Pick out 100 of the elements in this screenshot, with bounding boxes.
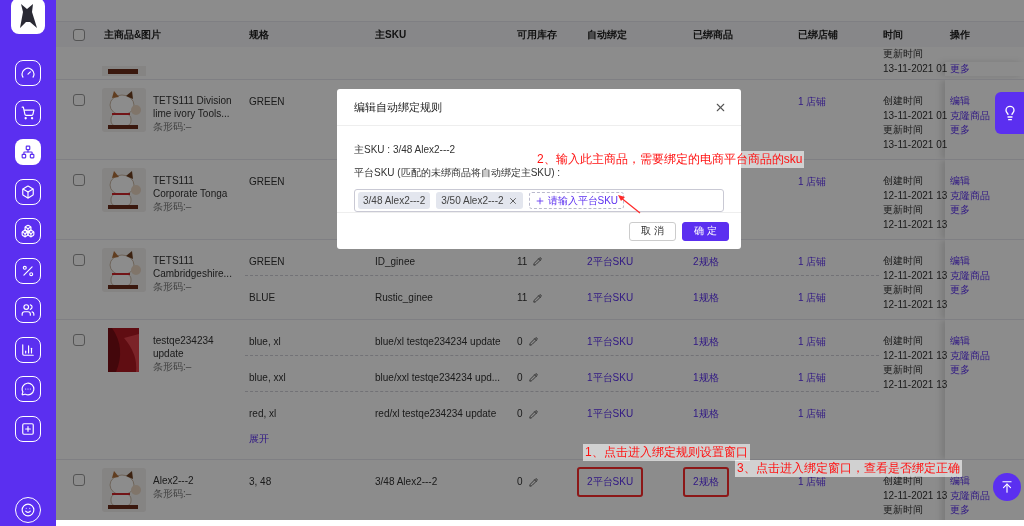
timestamp: 12-11-2021 13 (883, 188, 945, 203)
sku-cell-text: blue/xl testqe234234 update (374, 335, 501, 348)
edit-icon[interactable] (533, 293, 543, 303)
sku-tag: 3/50 Alex2---2 (436, 192, 523, 210)
edit-icon[interactable] (528, 373, 538, 382)
back-to-top-button[interactable] (993, 473, 1021, 501)
checkbox[interactable] (73, 474, 85, 486)
barcode: 条形码:– (153, 200, 193, 214)
action-link[interactable]: 更多 (950, 61, 970, 76)
stock-cell: 0 (517, 476, 523, 488)
platform-sku-link[interactable]: 2平台SKU (577, 467, 644, 497)
main-sku-text: 主SKU : 3/48 Alex2---2 (354, 143, 456, 158)
barcode: 条形码:– (153, 120, 193, 134)
spec-cell-text: GREEN (248, 176, 285, 188)
sidebar-item[interactable] (15, 218, 41, 244)
store-link[interactable]: 1 店铺 (798, 408, 827, 420)
timestamp: 13-11-2021 01 (883, 61, 945, 76)
action-link[interactable]: 更多 (950, 363, 970, 378)
timestamp: 13-11-2021 01 (883, 108, 945, 123)
sidebar-item[interactable] (15, 297, 41, 323)
cancel-button[interactable]: 取 消 (629, 221, 677, 241)
product-name: Alex2---2 (153, 474, 194, 487)
action-link[interactable]: 更多 (950, 123, 970, 138)
store-link[interactable]: 1 店铺 (798, 176, 827, 188)
sidebar-item[interactable] (15, 60, 41, 86)
action-link[interactable]: 编辑 (950, 174, 970, 189)
confirm-button[interactable]: 确 定 (682, 221, 729, 241)
sidebar-item[interactable] (15, 257, 41, 284)
sidebar-item[interactable] (15, 139, 41, 165)
timestamp: 12-11-2021 13 (883, 488, 945, 503)
sku-cell-text: ID_ginee (374, 255, 416, 268)
action-link[interactable]: 克隆商品 (950, 268, 990, 283)
checkbox[interactable] (73, 28, 85, 41)
timestamp: 12-11-2021 13 (883, 348, 945, 363)
percent-icon (21, 263, 35, 278)
column-header: 主SKU (374, 27, 408, 42)
remove-icon[interactable] (507, 195, 518, 206)
tag-input-field[interactable]: 3/48 Alex2---2 3/50 Alex2---2 请输入平台SKU (354, 189, 724, 213)
action-link[interactable]: 编辑 (950, 334, 970, 349)
store-link[interactable]: 1 店铺 (798, 292, 827, 304)
checkbox[interactable] (73, 334, 85, 346)
edit-icon[interactable] (528, 409, 538, 419)
bound-spec-link[interactable]: 1规格 (693, 371, 719, 384)
gauge-icon (21, 66, 35, 80)
timestamp: 更新时间 (883, 363, 924, 377)
expand-link[interactable]: 展开 (249, 432, 269, 446)
bound-spec-link[interactable]: 1规格 (693, 292, 719, 304)
users-icon (21, 303, 35, 317)
timestamp: 更新时间 (883, 283, 924, 297)
timestamp: 12-11-2021 13 (883, 377, 945, 392)
store-link[interactable]: 1 店铺 (798, 371, 827, 384)
platform-sku-link[interactable]: 1平台SKU (587, 371, 634, 384)
product-name: TETS111 Division (153, 94, 232, 107)
sidebar-item[interactable] (15, 376, 41, 402)
chat-icon (21, 382, 35, 396)
stock-cell: 0 (517, 371, 523, 384)
action-link[interactable]: 克隆商品 (950, 108, 990, 123)
checkbox[interactable] (73, 174, 85, 186)
store-link[interactable]: 1 店铺 (798, 255, 827, 268)
store-link[interactable]: 1 店铺 (798, 335, 827, 348)
bound-spec-link[interactable]: 1规格 (693, 408, 719, 420)
store-link[interactable]: 1 店铺 (798, 96, 827, 108)
barcode: 条形码:– (153, 487, 193, 501)
action-link[interactable]: 更多 (950, 283, 970, 298)
action-link[interactable]: 更多 (950, 203, 970, 218)
sidebar-item[interactable] (15, 415, 41, 442)
platform-sku-link[interactable]: 2平台SKU (587, 255, 634, 268)
action-link[interactable]: 克隆商品 (950, 348, 990, 363)
product-name: update (153, 347, 185, 360)
store-link[interactable]: 1 店铺 (798, 476, 827, 488)
edit-icon[interactable] (528, 477, 538, 487)
tips-button[interactable] (995, 92, 1024, 134)
sku-cell-text: Rustic_ginee (374, 292, 433, 304)
annotation-note: 3、点击进入绑定窗口，查看是否绑定正确 (735, 460, 962, 477)
action-link[interactable]: 克隆商品 (950, 488, 990, 503)
sidebar-item[interactable] (15, 178, 41, 205)
timestamp: 创建时间 (883, 334, 924, 348)
action-link[interactable]: 编辑 (950, 254, 970, 269)
checkbox[interactable] (73, 94, 85, 106)
bound-spec-link[interactable]: 1规格 (693, 335, 719, 348)
platform-sku-link[interactable]: 1平台SKU (587, 408, 634, 420)
action-link[interactable]: 编辑 (950, 94, 970, 109)
plus-icon (21, 421, 35, 436)
edit-icon[interactable] (528, 337, 538, 346)
sku-cell-text: red/xl testqe234234 update (374, 408, 497, 420)
action-link[interactable]: 更多 (950, 503, 970, 518)
sidebar-item[interactable] (15, 99, 41, 126)
edit-icon[interactable] (533, 257, 543, 266)
checkbox[interactable] (73, 254, 85, 266)
bound-spec-link[interactable]: 2规格 (693, 255, 719, 268)
sidebar-item[interactable] (15, 336, 41, 363)
annotation-note: 1、点击进入绑定规则设置窗口 (583, 444, 750, 461)
boxes-icon (21, 224, 35, 238)
action-link[interactable]: 编辑 (950, 474, 970, 489)
timestamp: 创建时间 (883, 254, 924, 268)
platform-sku-link[interactable]: 1平台SKU (587, 335, 634, 348)
platform-sku-link[interactable]: 1平台SKU (587, 292, 634, 304)
stock-cell: 11 (517, 255, 528, 268)
action-link[interactable]: 克隆商品 (950, 188, 990, 203)
bound-spec-link[interactable]: 2规格 (683, 467, 729, 497)
